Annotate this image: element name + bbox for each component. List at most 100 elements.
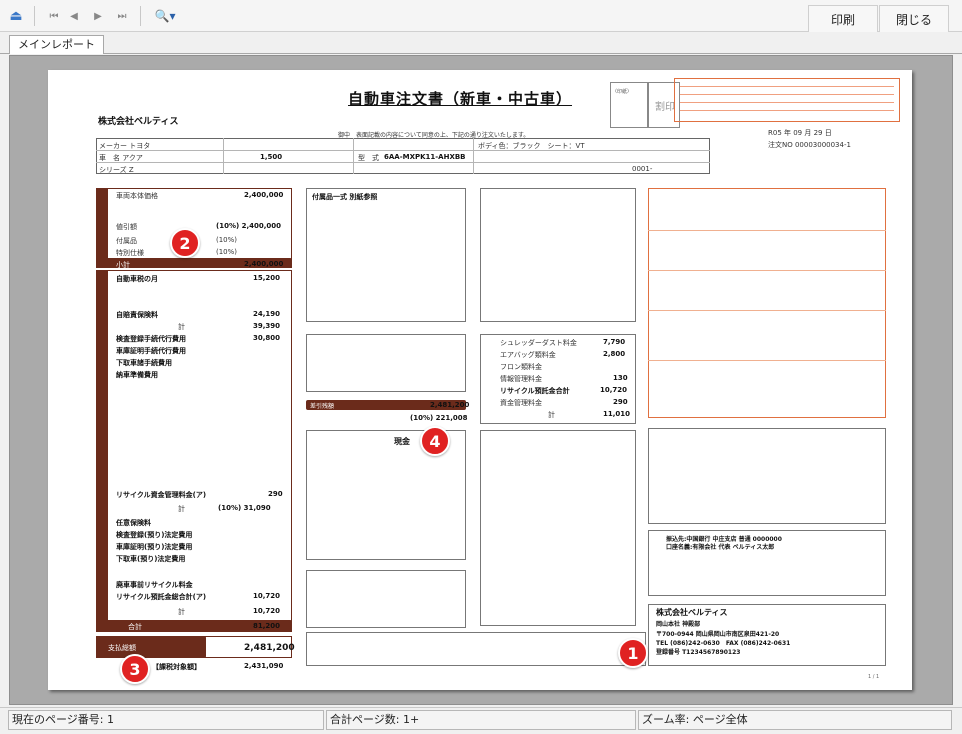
expense-value: 10,720 <box>253 592 281 600</box>
next-page-icon[interactable]: ▶ <box>88 6 108 26</box>
notice-line <box>680 110 894 111</box>
price-row-value: (10%) <box>216 248 238 256</box>
serial-number: 0001- <box>632 165 653 173</box>
export-icon[interactable]: ⏏ <box>6 6 26 26</box>
toolbar: ⏏ ⏮ ◀ ▶ ⏭ 🔍▾ 印刷 閉じる <box>0 0 962 33</box>
annotation-badge-1: 1 <box>618 638 648 668</box>
recycle-label: 計 <box>548 411 555 419</box>
expense-label: 下取車(預り)法定費用 <box>116 555 186 563</box>
expense-label: 検査登録手続代行費用 <box>116 335 186 343</box>
divider <box>648 360 886 361</box>
zoom-dropdown-icon[interactable]: 🔍▾ <box>150 6 180 26</box>
price-row-label: 値引額 <box>116 223 137 231</box>
expense-label: 計 <box>178 608 185 616</box>
report-page: 自動車注文書（新車・中古車） 〈印紙〉 割印 株式会社ベルティス 御中 表面記載… <box>48 70 912 690</box>
expense-value: 15,200 <box>253 274 281 282</box>
divider <box>648 270 886 271</box>
section-sidebar <box>96 270 108 632</box>
expense-value: 81,200 <box>253 622 281 630</box>
expense-label: 自賠責保険料 <box>116 311 158 319</box>
recycle-value: 2,800 <box>603 350 626 358</box>
car-name-label: 車 名 アクア <box>99 154 143 162</box>
divider <box>473 138 474 174</box>
expense-label: 計 <box>178 323 185 331</box>
price-row-label: 小計 <box>116 261 130 269</box>
expense-label: 納車準備費用 <box>116 371 158 379</box>
series-label: シリーズ Z <box>99 166 134 174</box>
price-row-value: 2,400,000 <box>244 260 284 268</box>
expense-value: 30,800 <box>253 334 281 342</box>
mileage-value: 1,500 <box>260 153 283 161</box>
bank-holder: 口座名義:有限会社 代表 ベルティス太郎 <box>666 544 775 551</box>
expense-value: 290 <box>268 490 283 498</box>
price-row-label: 付属品 <box>116 237 137 245</box>
recycle-value: 290 <box>613 398 628 406</box>
dealer-tel: TEL (086)242-0630 FAX (086)242-0631 <box>656 640 791 647</box>
payment-cash: 現金 <box>394 437 410 446</box>
current-page-status: 現在のページ番号: 1 <box>8 710 324 730</box>
expense-value: (10%) 31,090 <box>218 504 271 512</box>
last-page-icon[interactable]: ⏭ <box>112 6 132 26</box>
divider <box>223 138 224 174</box>
expense-label: 車庫証明手続代行費用 <box>116 347 186 355</box>
close-button[interactable]: 閉じる <box>879 5 949 33</box>
recycle-label: フロン類料金 <box>500 363 542 371</box>
seal-label: 割印 <box>655 102 675 113</box>
mid-total-label: 差引残額 <box>310 403 335 410</box>
zoom-status: ズーム率: ページ全体 <box>638 710 952 730</box>
spec-box <box>480 188 636 322</box>
color-label: ボディ色：ブラック シート：VT <box>478 142 585 150</box>
notice-line <box>680 102 894 103</box>
report-viewer[interactable]: 自動車注文書（新車・中古車） 〈印紙〉 割印 株式会社ベルティス 御中 表面記載… <box>9 55 953 705</box>
recycle-label: エアバッグ類料金 <box>500 351 556 359</box>
remarks-box <box>306 570 466 628</box>
annotation-badge-3: 3 <box>120 654 150 684</box>
recycle-value: 10,720 <box>600 386 628 394</box>
print-button[interactable]: 印刷 <box>808 5 878 33</box>
notice-line <box>680 86 894 87</box>
divider <box>648 310 886 311</box>
mid-total-value: 2,481,200 <box>430 401 470 409</box>
price-row-label: 特別仕様 <box>116 249 144 257</box>
expense-label: 廃車事前リサイクル料金 <box>116 581 193 589</box>
price-row-label: 車両本体価格 <box>116 192 158 200</box>
recycle-value: 130 <box>613 374 628 382</box>
recycle-value: 11,010 <box>603 410 631 418</box>
tax-value: 2,431,090 <box>244 662 284 670</box>
total-pages-status: 合計ページ数: 1+ <box>326 710 636 730</box>
expense-label: 計 <box>178 505 185 513</box>
checklist-box <box>306 632 646 666</box>
expense-label: 検査登録(預り)法定費用 <box>116 531 193 539</box>
recycle-label: シュレッダーダスト料金 <box>500 339 577 347</box>
document-title: 自動車注文書（新車・中古車） <box>348 90 573 108</box>
dealer-name: 株式会社ベルティス <box>656 608 728 617</box>
price-row-value: 2,400,000 <box>244 191 284 199</box>
accessories-box <box>306 188 466 322</box>
stamp-note: 〈印紙〉 <box>612 89 633 95</box>
divider <box>96 150 710 151</box>
toolbar-separator <box>34 6 35 26</box>
recycle-label: 資金管理料金 <box>500 399 542 407</box>
accessories-text: 付属品一式 別紙参照 <box>312 193 378 201</box>
expense-value: 10,720 <box>253 607 281 615</box>
expense-label: 任意保険料 <box>116 519 151 527</box>
recycle-label: リサイクル預託金合計 <box>500 387 570 395</box>
tab-bar: メインレポート <box>0 32 962 54</box>
tax-label: 【課税対象額】 <box>152 663 201 671</box>
expense-label: リサイクル預託金総合計(ア) <box>116 593 207 601</box>
expense-label: 合計 <box>128 623 142 631</box>
first-page-icon[interactable]: ⏮ <box>44 6 64 26</box>
dealer-registration: 登録番号 T1234567890123 <box>656 649 741 656</box>
page-number: 1 / 1 <box>868 674 880 680</box>
tab-main-report[interactable]: メインレポート <box>9 35 104 54</box>
notice-line <box>680 94 894 95</box>
maker-label: メーカー トヨタ <box>99 142 151 150</box>
prev-page-icon[interactable]: ◀ <box>64 6 84 26</box>
notice-box <box>674 78 900 122</box>
divider <box>353 138 354 174</box>
company-name: 株式会社ベルティス <box>98 117 179 127</box>
order-meta <box>748 136 878 174</box>
recycle-value: 7,790 <box>603 338 626 346</box>
model-value: 6AA-MXPK11-AHXBB <box>384 153 466 161</box>
grand-total-value: 2,481,200 <box>244 643 295 653</box>
